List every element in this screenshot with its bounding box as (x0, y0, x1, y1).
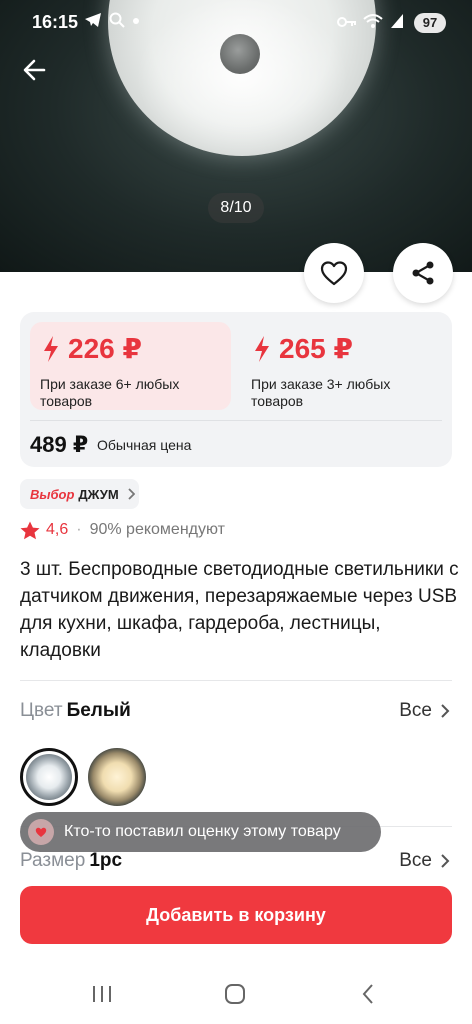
status-icons-right (336, 13, 404, 32)
activity-toast: Кто-то поставил оценку этому товару (20, 812, 381, 852)
status-icons-left (84, 12, 140, 32)
product-title: 3 шт. Беспроводные светодиодные светильн… (20, 559, 459, 661)
size-label: Размер (20, 850, 86, 871)
price-tier-3plus[interactable]: 265 ₽ При заказе 3+ любых товаров (241, 322, 442, 410)
rating-value: 4,6 (46, 521, 69, 538)
see-all-label: Все (399, 700, 432, 721)
arrow-left-icon (23, 59, 46, 81)
price-tier-6plus[interactable]: 226 ₽ При заказе 6+ любых товаров (30, 322, 231, 410)
color-label: Цвет (20, 700, 63, 721)
back-nav-icon (362, 984, 373, 1004)
tier1-price: 226 ₽ (68, 333, 142, 364)
status-bar: 16:15 97 (0, 0, 472, 46)
color-option-white[interactable] (20, 748, 78, 806)
choice-name: ДЖУМ (78, 486, 119, 502)
dot-icon (133, 18, 140, 24)
lightning-icon (255, 335, 269, 362)
regular-price-label: Обычная цена (97, 437, 192, 453)
size-value: 1pc (89, 850, 123, 871)
add-to-cart-button[interactable]: Добавить в корзину (20, 886, 452, 944)
chevron-right-icon (441, 854, 450, 868)
heart-icon (320, 261, 348, 286)
tier1-note: При заказе 6+ любых товаров (40, 376, 180, 409)
system-nav-bar (0, 960, 472, 1024)
telegram-icon (85, 13, 101, 27)
color-selector-header[interactable]: Цвет Белый Все (20, 700, 452, 728)
share-button[interactable] (393, 243, 453, 303)
divider (30, 420, 442, 421)
recent-apps-icon (93, 986, 111, 1002)
chevron-right-icon (128, 488, 135, 500)
signal-icon (391, 14, 403, 28)
home-icon (225, 984, 245, 1004)
status-time: 16:15 (32, 12, 79, 32)
battery-indicator: 97 (414, 13, 446, 33)
share-icon (412, 261, 434, 285)
choice-badge[interactable]: Выбор ДЖУМ (20, 479, 139, 509)
home-button[interactable] (215, 980, 255, 1008)
size-selector-header[interactable]: Размер 1pc Все (20, 850, 452, 876)
tier-price-row: 226 ₽ (42, 332, 142, 365)
color-value: Белый (66, 700, 131, 721)
rating-row[interactable]: 4,6 · 90% рекомендуют (20, 519, 225, 541)
toast-text: Кто-то поставил оценку этому товару (64, 823, 341, 840)
size-see-all[interactable]: Все (399, 850, 450, 872)
key-icon (336, 17, 356, 27)
regular-price: 489 ₽ (30, 432, 89, 457)
recent-apps-button[interactable] (82, 980, 122, 1008)
see-all-label: Все (399, 850, 432, 871)
choice-brand: Выбор (30, 486, 75, 502)
color-see-all[interactable]: Все (399, 700, 450, 722)
separator-dot: · (76, 521, 82, 538)
chevron-right-icon (441, 704, 450, 718)
recommend-percent: 90% рекомендуют (89, 521, 225, 538)
price-card: 226 ₽ При заказе 6+ любых товаров 265 ₽ … (20, 312, 452, 467)
tier2-note: При заказе 3+ любых товаров (251, 376, 391, 409)
back-button[interactable] (20, 54, 52, 86)
search-icon (109, 12, 125, 28)
favorite-button[interactable] (304, 243, 364, 303)
star-icon (20, 521, 40, 539)
lightning-icon (44, 335, 58, 362)
color-option-warm[interactable] (88, 748, 146, 806)
swatch-image (26, 754, 72, 800)
wifi-icon (363, 14, 384, 28)
heart-badge-icon (28, 819, 54, 845)
tier-price-row: 265 ₽ (253, 332, 353, 365)
tier2-price: 265 ₽ (279, 333, 353, 364)
divider (20, 680, 452, 681)
image-counter: 8/10 (208, 193, 264, 223)
back-nav-button[interactable] (348, 980, 388, 1008)
